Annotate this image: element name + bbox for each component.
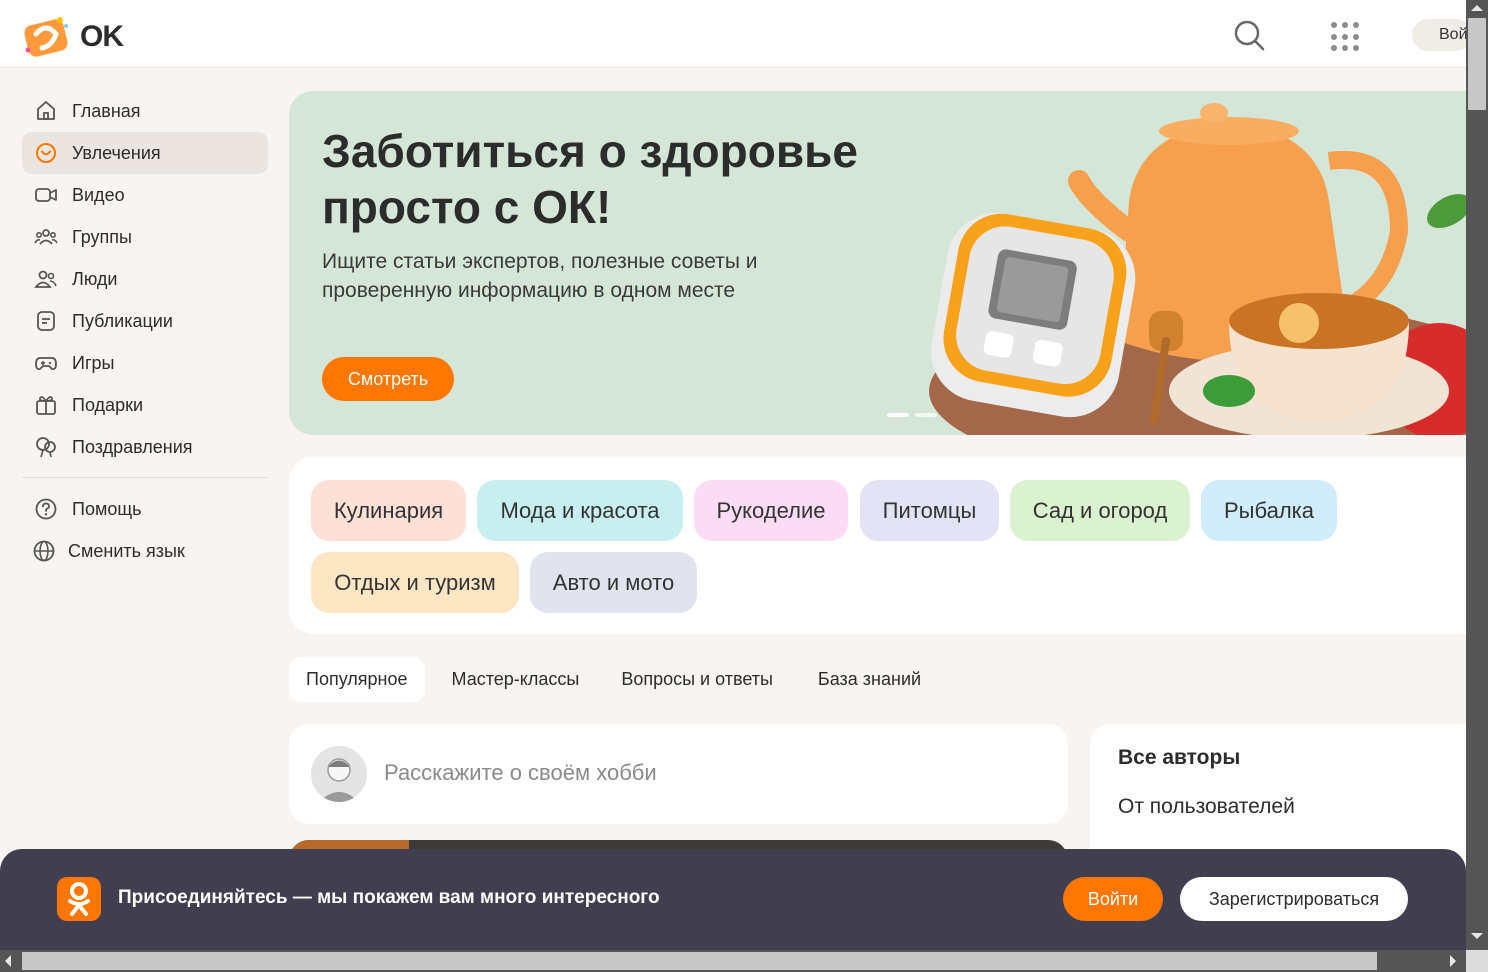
sidebar-item-label: Помощь — [72, 498, 142, 519]
ok-logo-icon — [57, 877, 101, 921]
banner-watch-button[interactable]: Смотреть — [322, 357, 454, 401]
category-chip-crafts[interactable]: Рукоделие — [694, 480, 848, 541]
category-chip-fishing[interactable]: Рыбалка — [1201, 480, 1337, 541]
video-icon — [34, 183, 58, 207]
vertical-scroll-thumb[interactable] — [1468, 18, 1486, 110]
sidebar-item-label: Поздравления — [72, 436, 193, 457]
authors-filter-card: Все авторы От пользователей — [1090, 724, 1466, 864]
sidebar-item-label: Игры — [72, 352, 115, 373]
scroll-up-icon[interactable] — [1471, 5, 1483, 11]
category-chip-travel[interactable]: Отдых и туризм — [311, 552, 519, 613]
sidebar-item-help[interactable]: Помощь — [22, 488, 268, 530]
people-icon — [34, 267, 58, 291]
scroll-left-icon[interactable] — [5, 955, 11, 967]
sidebar-item-home[interactable]: Главная — [22, 90, 268, 132]
sidebar-item-gifts[interactable]: Подарки — [22, 384, 268, 426]
join-banner: Присоединяйтесь — мы покажем вам много и… — [0, 849, 1466, 950]
logo-text: OK — [80, 20, 124, 53]
sidebar-item-label: Группы — [72, 226, 132, 247]
search-icon[interactable] — [1232, 18, 1266, 52]
gift-icon — [34, 393, 58, 417]
scroll-down-icon[interactable] — [1471, 933, 1483, 939]
sidebar-item-games[interactable]: Игры — [22, 342, 268, 384]
authors-title: Все авторы — [1118, 746, 1241, 769]
sidebar-divider — [22, 477, 268, 478]
promo-banner: Заботиться о здоровье просто с ОК! Ищите… — [289, 91, 1466, 435]
join-login-button[interactable]: Войти — [1063, 877, 1163, 921]
tab-popular[interactable]: Популярное — [289, 657, 425, 702]
ok-logo[interactable]: OK — [18, 8, 128, 62]
groups-icon — [34, 225, 58, 249]
category-chip-fashion[interactable]: Мода и красота — [477, 480, 683, 541]
sidebar-item-label: Главная — [72, 100, 141, 121]
sidebar-item-label: Люди — [72, 268, 118, 289]
home-icon — [34, 99, 58, 123]
sidebar: Главная Увлечения Видео Группы Люди Публ… — [22, 90, 268, 572]
banner-title: Заботиться о здоровье просто с ОК! — [322, 125, 858, 233]
sidebar-item-label: Публикации — [72, 310, 173, 331]
sidebar-item-label: Увлечения — [72, 142, 161, 163]
sidebar-item-publications[interactable]: Публикации — [22, 300, 268, 342]
tab-knowledge-base[interactable]: База знаний — [801, 657, 938, 702]
heart-circle-icon — [34, 141, 58, 165]
banner-illustration — [929, 103, 1466, 435]
sidebar-item-language[interactable]: Сменить язык — [22, 530, 268, 572]
feed-tabs: Популярное Мастер-классы Вопросы и ответ… — [289, 657, 948, 702]
sidebar-item-congrats[interactable]: Поздравления — [22, 426, 268, 468]
sidebar-item-label: Видео — [72, 184, 125, 205]
globe-icon — [32, 539, 56, 563]
category-chip-garden[interactable]: Сад и огород — [1010, 480, 1190, 541]
sidebar-item-groups[interactable]: Группы — [22, 216, 268, 258]
horizontal-scroll-thumb[interactable] — [22, 952, 1377, 970]
header-login-button[interactable]: Войти — [1412, 19, 1472, 51]
sidebar-item-hobbies[interactable]: Увлечения — [22, 132, 268, 174]
horizontal-scrollbar[interactable] — [0, 950, 1466, 972]
join-message: Присоединяйтесь — мы покажем вам много и… — [118, 887, 660, 908]
gamepad-icon — [34, 351, 58, 375]
sidebar-item-video[interactable]: Видео — [22, 174, 268, 216]
avatar — [311, 746, 367, 802]
sidebar-item-label: Подарки — [72, 394, 144, 415]
banner-slide-indicator[interactable] — [887, 413, 937, 417]
balloons-icon — [34, 435, 58, 459]
authors-filter-users[interactable]: От пользователей — [1118, 795, 1295, 819]
category-chip-cooking[interactable]: Кулинария — [311, 480, 466, 541]
help-icon — [34, 497, 58, 521]
vertical-scrollbar[interactable] — [1466, 0, 1488, 950]
user-avatar-icon — [311, 746, 367, 802]
sidebar-item-label: Сменить язык — [68, 540, 185, 561]
apps-grid-icon[interactable] — [1328, 20, 1362, 54]
tab-master-classes[interactable]: Мастер-классы — [435, 657, 597, 702]
slide-dot[interactable] — [887, 413, 909, 417]
hobby-categories: Кулинария Мода и красота Рукоделие Питом… — [289, 457, 1466, 634]
slide-dot[interactable] — [915, 413, 937, 417]
ok-logo-mark-icon — [24, 17, 68, 57]
tab-qa[interactable]: Вопросы и ответы — [604, 657, 790, 702]
top-bar: OK Войти — [0, 0, 1472, 68]
join-register-button[interactable]: Зарегистрироваться — [1180, 877, 1408, 921]
category-chip-auto[interactable]: Авто и мото — [530, 552, 697, 613]
sidebar-item-people[interactable]: Люди — [22, 258, 268, 300]
scroll-right-icon[interactable] — [1450, 955, 1456, 967]
banner-subtitle: Ищите статьи экспертов, полезные советы … — [322, 250, 758, 302]
post-composer[interactable]: Расскажите о своём хобби — [289, 724, 1068, 824]
composer-placeholder[interactable]: Расскажите о своём хобби — [384, 760, 657, 786]
category-chip-pets[interactable]: Питомцы — [860, 480, 999, 541]
scrollbar-corner — [1466, 950, 1488, 972]
publications-icon — [34, 309, 58, 333]
